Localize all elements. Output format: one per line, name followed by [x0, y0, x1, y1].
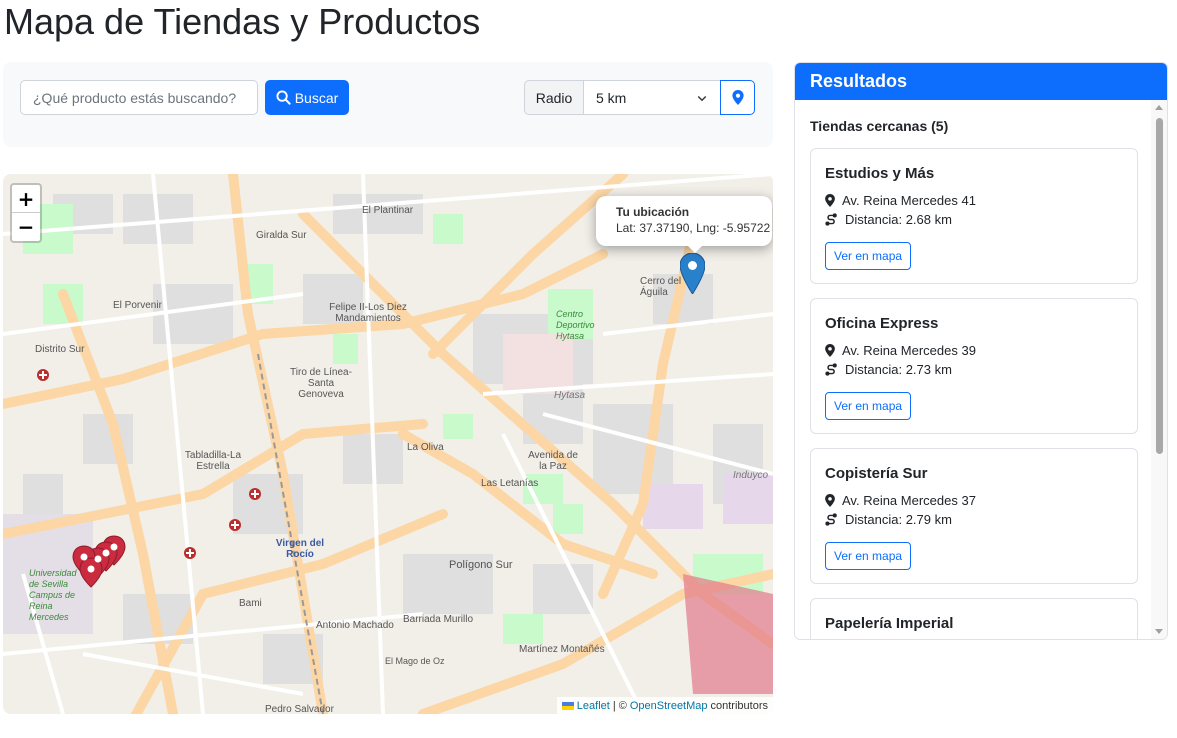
store-address-line: Av. Reina Mercedes 37 — [825, 491, 1123, 510]
osm-link[interactable]: OpenStreetMap — [630, 700, 708, 712]
map-attribution: Leaflet | © OpenStreetMap contributors — [556, 697, 773, 714]
zoom-out-button[interactable]: − — [12, 213, 40, 241]
scroll-up-icon[interactable] — [1155, 105, 1163, 110]
location-popup: Tu ubicación Lat: 37.37190, Lng: -5.9572… — [596, 196, 772, 246]
zoom-control: + − — [10, 183, 42, 243]
store-card: Oficina Express Av. Reina Mercedes 39 Di… — [810, 298, 1138, 434]
view-on-map-button[interactable]: Ver en mapa — [825, 542, 912, 570]
store-card: Copistería Sur Av. Reina Mercedes 37 Dis… — [810, 448, 1138, 584]
popup-coords: Lat: 37.37190, Lng: -5.95722 — [616, 221, 771, 235]
radius-label: Radio — [524, 80, 584, 115]
route-icon — [825, 213, 837, 226]
map-pin-icon — [825, 494, 835, 507]
route-icon — [825, 513, 837, 526]
store-address-line: Av. Reina Mercedes 39 — [825, 341, 1123, 360]
search-button-label: Buscar — [294, 89, 339, 106]
store-distance: Distancia: 2.73 km — [845, 362, 952, 377]
search-icon — [276, 90, 291, 105]
store-address: Av. Reina Mercedes 41 — [842, 193, 976, 208]
radius-select[interactable]: 5 km — [584, 80, 721, 115]
store-card: Papelería Imperial — [810, 598, 1138, 639]
results-scrollbar[interactable] — [1151, 100, 1167, 639]
flag-icon — [561, 701, 574, 710]
store-address: Av. Reina Mercedes 39 — [842, 343, 976, 358]
store-name: Oficina Express — [825, 315, 939, 332]
view-on-map-button[interactable]: Ver en mapa — [825, 242, 912, 270]
radius-group: Radio 5 km — [524, 80, 755, 115]
store-name: Estudios y Más — [825, 165, 935, 182]
locate-me-button[interactable] — [720, 80, 755, 115]
nearby-stores-title: Tiendas cercanas (5) — [810, 118, 949, 134]
radius-value: 5 km — [596, 89, 627, 106]
search-panel: Buscar Radio 5 km — [3, 62, 773, 147]
map-pin-icon — [825, 194, 835, 207]
results-body[interactable]: Tiendas cercanas (5) Estudios y Más Av. … — [795, 100, 1153, 639]
store-distance-line: Distancia: 2.73 km — [825, 360, 1123, 379]
view-on-map-button[interactable]: Ver en mapa — [825, 392, 912, 420]
route-icon — [825, 363, 837, 376]
popup-title: Tu ubicación — [616, 205, 690, 219]
store-name: Copistería Sur — [825, 465, 928, 482]
store-map[interactable]: El Plantinar Giralda Sur Cerro del Águil… — [3, 174, 773, 714]
store-card: Estudios y Más Av. Reina Mercedes 41 Dis… — [810, 148, 1138, 284]
store-markers[interactable] — [71, 532, 141, 602]
store-distance: Distancia: 2.79 km — [845, 512, 952, 527]
user-location-marker[interactable] — [680, 253, 705, 294]
popup-tip — [686, 244, 704, 253]
map-tiles[interactable] — [3, 174, 773, 714]
scroll-down-icon[interactable] — [1155, 629, 1163, 634]
location-marker-icon — [731, 90, 744, 105]
leaflet-link[interactable]: Leaflet — [577, 700, 610, 712]
results-panel: Resultados Tiendas cercanas (5) Estudios… — [794, 62, 1168, 640]
zoom-in-button[interactable]: + — [12, 185, 40, 213]
chevron-down-icon — [697, 95, 707, 101]
scroll-thumb[interactable] — [1156, 118, 1163, 454]
store-distance: Distancia: 2.68 km — [845, 212, 952, 227]
attribution-suffix: contributors — [710, 699, 768, 712]
store-distance-line: Distancia: 2.68 km — [825, 210, 1123, 229]
store-address-line: Av. Reina Mercedes 41 — [825, 191, 1123, 210]
attribution-separator: | © — [612, 699, 627, 712]
page-title: Mapa de Tiendas y Productos — [4, 1, 481, 42]
map-pin-icon — [825, 344, 835, 357]
store-distance-line: Distancia: 2.79 km — [825, 510, 1123, 529]
results-header: Resultados — [795, 63, 1167, 100]
store-name: Papelería Imperial — [825, 615, 954, 632]
search-button[interactable]: Buscar — [265, 80, 349, 115]
product-search-input[interactable] — [20, 80, 258, 115]
store-address: Av. Reina Mercedes 37 — [842, 493, 976, 508]
